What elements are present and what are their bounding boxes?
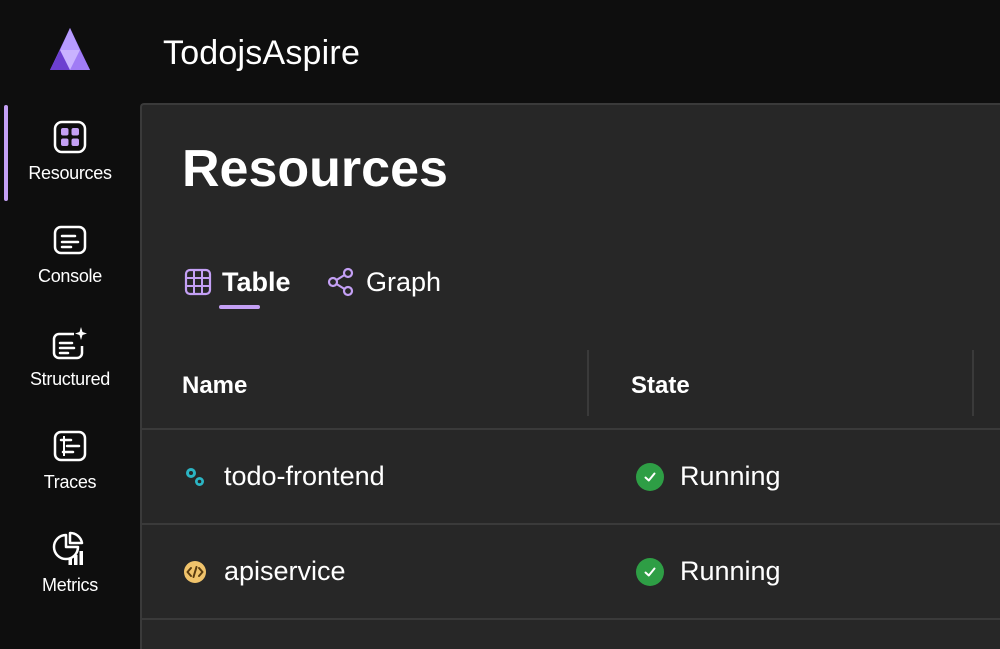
check-circle-icon <box>636 462 664 491</box>
app-window: TodojsAspire Resources Console Structure… <box>0 0 1000 649</box>
sidebar-item-structured[interactable]: Structured <box>0 309 140 409</box>
header: TodojsAspire <box>0 0 1000 103</box>
sidebar-item-traces[interactable]: Traces <box>0 412 140 512</box>
column-header-name[interactable]: Name <box>182 372 247 400</box>
sidebar-item-label: Resources <box>28 163 112 183</box>
column-header-state[interactable]: State <box>631 372 690 400</box>
sidebar-item-label: Structured <box>29 369 111 389</box>
graph-icon <box>327 267 354 297</box>
resources-table: Name State todo-frontend Running apiserv… <box>142 350 1000 620</box>
check-circle-icon <box>636 557 664 586</box>
project-gears-icon <box>186 467 204 486</box>
resource-state: Running <box>680 461 781 491</box>
sidebar-nav: Resources Console Structured Traces Metr… <box>0 103 140 649</box>
column-resize-handle[interactable] <box>587 350 589 416</box>
view-tabs: Table Graph <box>182 260 582 310</box>
sidebar-item-label: Console <box>38 266 102 286</box>
app-title: TodojsAspire <box>163 34 361 72</box>
resource-name[interactable]: todo-frontend <box>224 461 385 492</box>
main-panel: Resources Table Graph Name State todo-fr… <box>140 103 1000 649</box>
structured-icon <box>50 323 90 363</box>
tab-label: Table <box>222 266 291 297</box>
name-cell: apiservice <box>182 525 346 618</box>
table-row[interactable]: todo-frontend Running <box>142 430 1000 525</box>
resource-state: Running <box>680 556 781 586</box>
code-project-icon <box>184 560 206 583</box>
resources-icon <box>50 117 90 157</box>
tab-selected-indicator <box>219 305 260 309</box>
console-icon <box>50 220 90 260</box>
active-indicator <box>4 105 8 201</box>
tab-table[interactable]: Table <box>184 260 291 304</box>
column-resize-handle[interactable] <box>972 350 974 416</box>
aspire-logo-icon[interactable] <box>42 26 98 76</box>
tab-graph[interactable]: Graph <box>326 260 441 304</box>
sidebar-item-metrics[interactable]: Metrics <box>0 515 140 615</box>
tab-label: Graph <box>366 266 442 297</box>
name-cell: todo-frontend <box>182 430 385 523</box>
metrics-icon <box>50 529 90 569</box>
state-cell: Running <box>636 525 781 618</box>
table-header: Name State <box>142 350 1000 430</box>
table-icon <box>184 268 212 296</box>
sidebar-item-label: Metrics <box>42 575 98 595</box>
state-cell: Running <box>636 430 781 523</box>
traces-icon <box>50 426 90 466</box>
table-row[interactable]: apiservice Running <box>142 525 1000 620</box>
page-title: Resources <box>182 140 448 198</box>
resource-name[interactable]: apiservice <box>224 556 346 587</box>
sidebar-item-label: Traces <box>43 472 97 492</box>
sidebar-item-resources[interactable]: Resources <box>0 103 140 203</box>
sidebar-item-console[interactable]: Console <box>0 206 140 306</box>
